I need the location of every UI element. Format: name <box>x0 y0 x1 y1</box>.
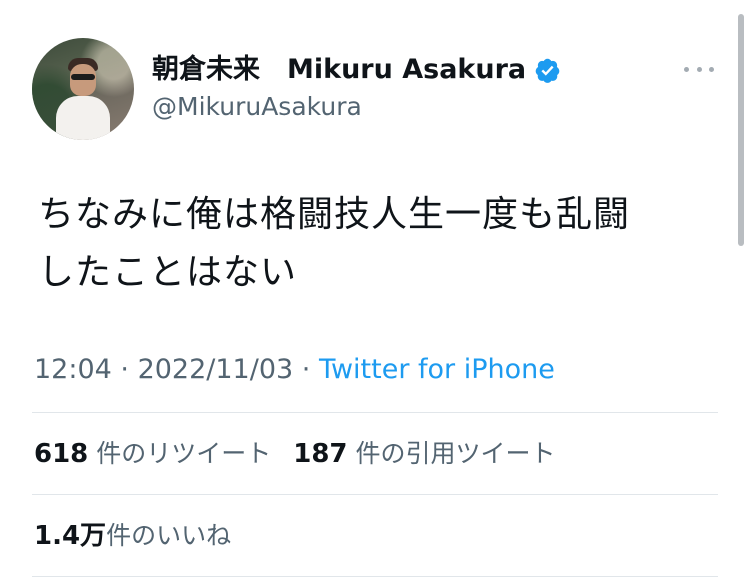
tweet-text-line: したことはない <box>38 252 298 293</box>
like-count: 1.4万 <box>34 521 107 551</box>
tweet-meta: 12:04 · 2022/11/03 · Twitter for iPhone <box>34 350 555 390</box>
quote-label: 件の引用ツイート <box>355 439 556 468</box>
like-label: 件のいいね <box>106 521 232 550</box>
author-handle[interactable]: @MikuruAsakura <box>152 92 362 122</box>
tweet-time[interactable]: 12:04 <box>34 354 112 385</box>
scrollbar[interactable] <box>738 14 744 246</box>
retweet-count: 618 <box>34 439 89 469</box>
divider <box>32 576 718 577</box>
engagement-stats: 618 件のリツイート 187 件の引用ツイート <box>34 434 556 474</box>
avatar-head <box>70 64 96 96</box>
likes-stat[interactable]: 1.4万件のいいね <box>34 516 231 556</box>
retweet-label: 件のリツイート <box>96 439 272 468</box>
quote-count: 187 <box>293 439 348 469</box>
tweet-text: ちなみに俺は格闘技人生一度も乱闘 したことはない <box>38 186 718 302</box>
divider <box>32 412 718 413</box>
author-name-row[interactable]: 朝倉未来 Mikuru Asakura <box>152 52 561 88</box>
more-dot <box>696 66 702 72</box>
avatar-glasses <box>71 74 95 80</box>
author-avatar[interactable] <box>32 38 134 140</box>
tweet-date[interactable]: 2022/11/03 <box>138 354 294 385</box>
verified-badge-icon <box>535 58 560 83</box>
tweet-source-link[interactable]: Twitter for iPhone <box>319 354 555 385</box>
retweets-stat[interactable]: 618 件のリツイート <box>34 439 272 469</box>
quotes-stat[interactable]: 187 件の引用ツイート <box>293 439 556 469</box>
more-dot <box>684 66 689 72</box>
meta-separator: · <box>293 354 319 385</box>
author-display-name[interactable]: 朝倉未来 Mikuru Asakura <box>152 52 526 88</box>
avatar-shirt <box>56 96 110 140</box>
tweet-text-line: ちなみに俺は格闘技人生一度も乱闘 <box>38 194 631 235</box>
divider <box>32 494 718 495</box>
meta-separator: · <box>111 354 138 385</box>
more-dots-icon[interactable] <box>684 60 714 78</box>
more-dot <box>709 66 714 72</box>
